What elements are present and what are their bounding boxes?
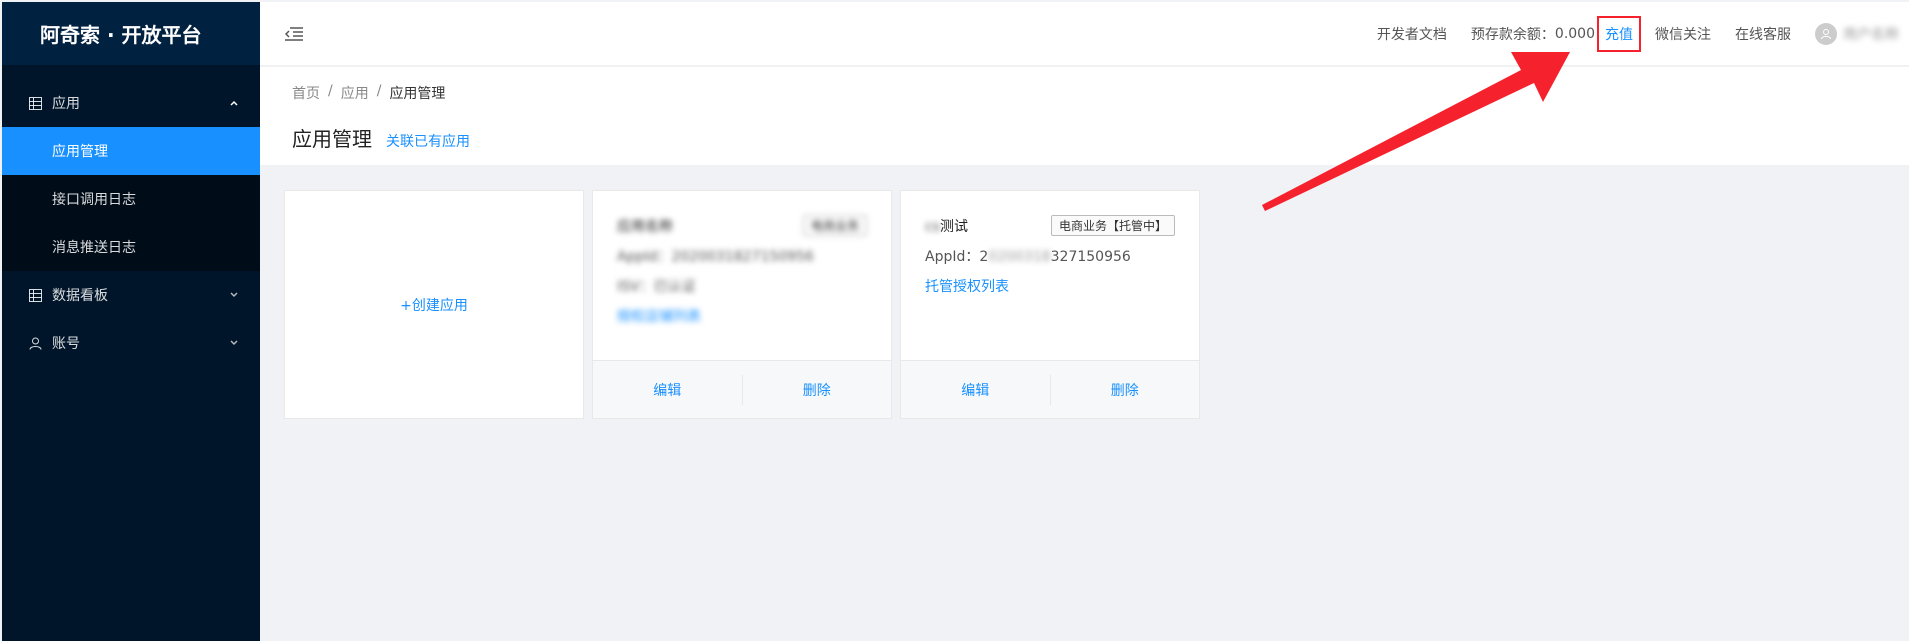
- sidebar-submenu-apps: 应用管理 接口调用日志 消息推送日志: [2, 127, 260, 271]
- breadcrumb-current: 应用管理: [389, 86, 446, 102]
- avatar: [1815, 22, 1837, 45]
- top-header: 开发者文档 预存款余额： 0.000 充值 微信关注 在线客服 用户名称: [260, 2, 1909, 66]
- create-app-card[interactable]: +创建应用: [284, 190, 584, 419]
- header-right: 开发者文档 预存款余额： 0.000 充值 微信关注 在线客服 用户名称: [1377, 2, 1909, 65]
- sidebar-item-label: 应用管理: [52, 144, 108, 160]
- chevron-down-icon: [228, 337, 240, 349]
- app-card-actions: 编辑 删除: [901, 360, 1199, 418]
- app-cards: +创建应用 应用名称 电商业务 AppId：2020031827150956 I…: [284, 190, 1200, 419]
- sidebar-item-label: 接口调用日志: [52, 192, 136, 208]
- app-logo: 阿奇索 · 开放平台: [2, 2, 260, 65]
- app-card: 应用名称 电商业务 AppId：2020031827150956 ISV：已认证…: [592, 190, 892, 419]
- app-name: cs测试: [925, 218, 968, 235]
- online-support-link[interactable]: 在线客服: [1735, 24, 1791, 44]
- user-icon: [28, 336, 42, 350]
- chevron-up-icon: [228, 97, 240, 109]
- delete-button[interactable]: 删除: [743, 380, 892, 400]
- sidebar-item-api-logs[interactable]: 接口调用日志: [2, 175, 260, 223]
- balance-value: 0.000: [1554, 25, 1595, 42]
- sidebar-item-label: 消息推送日志: [52, 240, 136, 256]
- sidebar-item-label: 应用: [52, 96, 80, 112]
- link-existing-app-link[interactable]: 关联已有应用: [386, 131, 470, 151]
- managed-auth-list-link[interactable]: 托管授权列表: [925, 276, 1175, 296]
- app-card-body: 应用名称 电商业务 AppId：2020031827150956 ISV：已认证…: [593, 191, 891, 361]
- breadcrumb-separator: /: [376, 83, 382, 99]
- app-card-header: 应用名称 电商业务: [617, 215, 867, 236]
- breadcrumb-home[interactable]: 首页: [292, 83, 320, 103]
- sidebar: 阿奇索 · 开放平台 应用 应用管理 接口调用日志 消息推送日志 数据看板 账号: [2, 2, 260, 641]
- app-card-actions: 编辑 删除: [593, 360, 891, 418]
- breadcrumb-separator: /: [328, 83, 333, 99]
- app-card: cs测试 电商业务【托管中】 AppId：20200318327150956 托…: [900, 190, 1200, 419]
- app-name: 应用名称: [617, 218, 673, 235]
- recharge-link[interactable]: 充值: [1597, 15, 1641, 52]
- balance-label: 预存款余额：: [1470, 26, 1555, 43]
- grid-icon: [28, 96, 42, 110]
- breadcrumb-apps[interactable]: 应用: [341, 83, 369, 103]
- sidebar-item-apps[interactable]: 应用: [2, 79, 260, 127]
- delete-button[interactable]: 删除: [1051, 380, 1200, 400]
- page-header: 首页 / 应用 / 应用管理 应用管理 关联已有应用: [260, 67, 1909, 165]
- sidebar-item-dashboard[interactable]: 数据看板: [2, 271, 260, 319]
- menu-fold-icon[interactable]: [284, 24, 304, 44]
- app-id: AppId：2020031827150956: [617, 249, 814, 265]
- sidebar-item-label: 数据看板: [52, 288, 108, 304]
- app-card-body: cs测试 电商业务【托管中】 AppId：20200318327150956 托…: [901, 191, 1199, 361]
- wechat-follow-link[interactable]: 微信关注: [1655, 24, 1711, 44]
- sidebar-item-account[interactable]: 账号: [2, 319, 260, 367]
- edit-button[interactable]: 编辑: [593, 380, 742, 400]
- user-name: 用户名称: [1843, 26, 1899, 43]
- status-badge: 电商业务【托管中】: [1050, 215, 1175, 236]
- app-card-header: cs测试 电商业务【托管中】: [925, 215, 1175, 236]
- sidebar-item-push-logs[interactable]: 消息推送日志: [2, 223, 260, 271]
- status-badge: 电商业务: [802, 215, 867, 236]
- sidebar-menu: 应用 应用管理 接口调用日志 消息推送日志 数据看板 账号: [2, 65, 260, 367]
- edit-button[interactable]: 编辑: [901, 380, 1050, 400]
- auth-list-link[interactable]: 授权店铺列表: [617, 306, 867, 326]
- sidebar-item-app-management[interactable]: 应用管理: [2, 127, 260, 175]
- app-info-line: ISV：已认证: [617, 279, 696, 295]
- page-title: 应用管理: [292, 127, 372, 151]
- breadcrumb: 首页 / 应用 / 应用管理: [292, 83, 1877, 103]
- create-app-label: +创建应用: [400, 297, 468, 314]
- title-row: 应用管理 关联已有应用: [292, 123, 1877, 152]
- chevron-down-icon: [228, 289, 240, 301]
- sidebar-item-label: 账号: [52, 336, 80, 352]
- app-id: AppId：20200318327150956: [925, 249, 1131, 265]
- balance-display: 预存款余额： 0.000 充值: [1470, 15, 1641, 52]
- grid-icon: [28, 288, 42, 302]
- dev-docs-link[interactable]: 开发者文档: [1377, 24, 1447, 44]
- user-menu[interactable]: 用户名称: [1815, 22, 1899, 45]
